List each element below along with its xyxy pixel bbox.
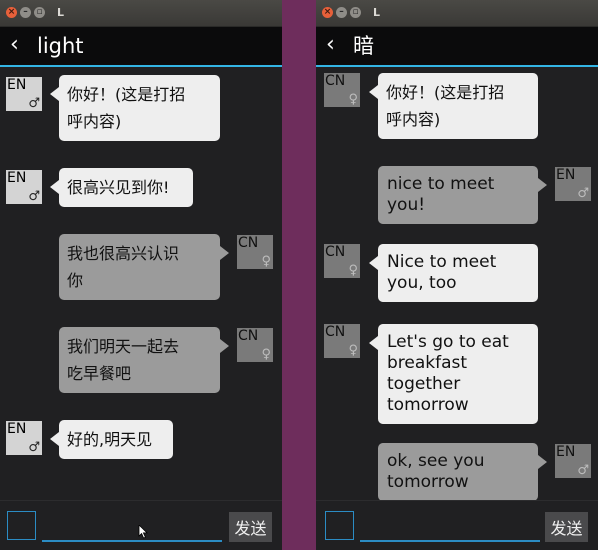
app-title: light: [37, 34, 84, 58]
message-line: nice to meet: [387, 174, 495, 194]
window-title: L: [57, 6, 65, 19]
message-line: breakfast: [387, 353, 468, 373]
male-icon: ♂: [28, 189, 40, 204]
message-line: 你: [67, 271, 84, 290]
avatar-lang: CN: [238, 235, 259, 251]
avatar-lang: CN: [325, 324, 346, 340]
message-line: 你好！(这是打招: [386, 83, 505, 102]
avatar-lang: EN: [556, 167, 576, 183]
minimize-icon[interactable]: –: [336, 7, 347, 18]
avatar[interactable]: CN ♀: [324, 244, 360, 278]
avatar[interactable]: EN ♂: [6, 77, 42, 111]
message-bubble[interactable]: nice to meet you!: [378, 166, 547, 224]
close-icon[interactable]: ×: [322, 7, 333, 18]
action-bar: ‹ light: [0, 27, 282, 67]
avatar-lang: EN: [7, 421, 27, 437]
avatar-lang: EN: [7, 77, 27, 93]
emoji-button[interactable]: [325, 511, 354, 540]
message-line: tomorrow: [387, 395, 469, 415]
message-bubble[interactable]: 你好！(这是打招 呼内容): [50, 75, 220, 141]
message-line: 很高兴见到你!: [67, 178, 170, 197]
male-icon: ♂: [577, 186, 589, 201]
message-line: 你好！(这是打招: [67, 85, 186, 104]
message-line: you, too: [387, 273, 457, 293]
message-bubble[interactable]: Let's go to eat breakfast together tomor…: [369, 324, 538, 424]
male-icon: ♂: [28, 440, 40, 455]
message-line: ok, see you: [387, 451, 485, 471]
avatar-lang: CN: [238, 328, 259, 344]
avatar[interactable]: CN ♀: [324, 73, 360, 107]
window-title: L: [373, 6, 381, 19]
message-line: Let's go to eat: [387, 332, 509, 352]
send-button[interactable]: 发送: [229, 512, 272, 542]
female-icon: ♀: [261, 347, 271, 362]
avatar-lang: CN: [325, 73, 346, 89]
message-input[interactable]: [42, 513, 222, 542]
female-icon: ♀: [348, 92, 358, 107]
avatar-lang: EN: [556, 444, 576, 460]
chevron-left-icon[interactable]: ‹: [10, 33, 19, 57]
avatar[interactable]: CN ♀: [237, 328, 273, 362]
window-titlebar[interactable]: × – ▫ L: [316, 0, 598, 27]
emoji-button[interactable]: [7, 511, 36, 540]
message-line: 呼内容): [67, 112, 122, 131]
mouse-pointer-icon: [138, 525, 148, 539]
chat-window-left: × – ▫ L ‹ light EN ♂ 你好！(这是打招 呼内容) EN ♂ …: [0, 0, 282, 550]
message-line: 呼内容): [386, 110, 441, 129]
message-bubble[interactable]: 很高兴见到你!: [50, 168, 193, 207]
avatar-lang: EN: [7, 170, 27, 186]
avatar[interactable]: EN ♂: [6, 170, 42, 204]
male-icon: ♂: [577, 463, 589, 478]
male-icon: ♂: [28, 96, 40, 111]
avatar[interactable]: EN ♂: [6, 421, 42, 455]
window-titlebar[interactable]: × – ▫ L: [0, 0, 282, 27]
close-icon[interactable]: ×: [6, 7, 17, 18]
message-bubble[interactable]: Nice to meet you, too: [369, 244, 538, 302]
avatar-lang: CN: [325, 244, 346, 260]
message-bubble[interactable]: 我也很高兴认识 你: [59, 234, 229, 300]
message-bubble[interactable]: 好的,明天见: [50, 420, 173, 459]
app-title: 暗: [353, 34, 374, 58]
message-line: 我们明天一起去: [67, 337, 180, 356]
message-bubble[interactable]: ok, see you tomorrow: [378, 443, 547, 501]
message-line: you!: [387, 195, 426, 215]
message-bubble[interactable]: 你好！(这是打招 呼内容): [369, 73, 538, 139]
maximize-icon[interactable]: ▫: [34, 7, 45, 18]
message-input[interactable]: [360, 513, 540, 542]
send-button[interactable]: 发送: [545, 512, 588, 542]
female-icon: ♀: [348, 343, 358, 358]
message-input-bar: 发送: [316, 500, 598, 550]
message-line: Nice to meet: [387, 252, 497, 272]
message-line: 我也很高兴认识: [67, 244, 180, 263]
message-bubble[interactable]: 我们明天一起去 吃早餐吧: [59, 327, 229, 393]
action-bar: ‹ 暗: [316, 27, 598, 67]
avatar[interactable]: CN ♀: [324, 324, 360, 358]
chevron-left-icon[interactable]: ‹: [326, 33, 335, 57]
message-line: 好的,明天见: [67, 430, 153, 449]
message-line: 吃早餐吧: [67, 364, 132, 383]
avatar[interactable]: CN ♀: [237, 235, 273, 269]
avatar[interactable]: EN ♂: [555, 167, 591, 201]
maximize-icon[interactable]: ▫: [350, 7, 361, 18]
minimize-icon[interactable]: –: [20, 7, 31, 18]
chat-window-right: × – ▫ L ‹ 暗 CN ♀ 你好！(这是打招 呼内容) nice to m…: [316, 0, 598, 550]
avatar[interactable]: EN ♂: [555, 444, 591, 478]
message-line: tomorrow: [387, 472, 469, 492]
message-line: together: [387, 374, 461, 394]
female-icon: ♀: [348, 263, 358, 278]
female-icon: ♀: [261, 254, 271, 269]
